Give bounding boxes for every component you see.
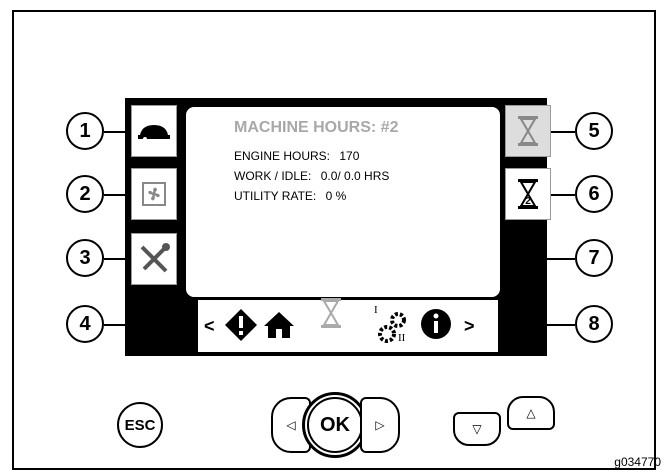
softkey-3-service[interactable] xyxy=(131,233,177,285)
hourglass-2-icon: 2 xyxy=(518,179,538,209)
down-triangle-icon: ▽ xyxy=(472,422,482,436)
callout-4-label: 4 xyxy=(79,312,91,335)
utility-rate-value: 0 % xyxy=(325,189,347,203)
figure-id: g034770 xyxy=(614,455,661,469)
callout-4: 4 xyxy=(66,305,104,343)
info-icon[interactable] xyxy=(420,308,452,340)
work-idle-row: WORK / IDLE: 0.0/ 0.0 HRS xyxy=(234,169,389,183)
engine-hours-row: ENGINE HOURS: 170 xyxy=(234,149,359,163)
callout-6: 6 xyxy=(575,175,613,213)
right-arrow-button[interactable]: ▷ xyxy=(360,397,400,453)
wrench-screwdriver-icon xyxy=(140,243,170,273)
softkey-5-hourglass-1[interactable] xyxy=(505,105,551,157)
hourglass-inactive-icon xyxy=(321,298,341,328)
down-arrow-button[interactable]: ▽ xyxy=(453,412,501,446)
next-arrow[interactable]: > xyxy=(464,316,475,337)
ok-inner-ring: OK xyxy=(307,397,363,453)
utility-rate-row: UTILITY RATE: 0 % xyxy=(234,189,346,203)
callout-1: 1 xyxy=(66,112,104,150)
callout-7-label: 7 xyxy=(588,246,600,269)
prev-arrow[interactable]: < xyxy=(204,316,215,337)
fan-icon xyxy=(142,182,166,206)
settings-gears-icon[interactable]: I II xyxy=(370,304,414,348)
esc-button[interactable]: ESC xyxy=(117,402,163,448)
machine-icon xyxy=(138,125,170,141)
callout-6-label: 6 xyxy=(588,182,600,205)
work-idle-label: WORK / IDLE: xyxy=(234,169,312,183)
page-title: MACHINE HOURS: #2 xyxy=(234,119,399,136)
softkey-1-machine[interactable] xyxy=(131,105,177,157)
up-triangle-icon: △ xyxy=(526,406,536,420)
callout-3: 3 xyxy=(66,239,104,277)
softkey-2-fan[interactable] xyxy=(131,168,177,220)
machine-hours-panel: MACHINE HOURS: #2 ENGINE HOURS: 170 WORK… xyxy=(186,107,500,297)
hourglass-badge: 2 xyxy=(525,196,531,207)
callout-line-7 xyxy=(545,258,575,260)
callout-8: 8 xyxy=(575,305,613,343)
left-triangle-icon: ◁ xyxy=(286,418,296,432)
right-triangle-icon: ▷ xyxy=(375,418,385,432)
gear-icon xyxy=(378,312,406,343)
up-arrow-button[interactable]: △ xyxy=(507,396,555,430)
callout-8-label: 8 xyxy=(588,312,600,335)
callout-3-label: 3 xyxy=(79,246,91,269)
work-idle-value: 0.0/ 0.0 HRS xyxy=(320,169,390,183)
callout-line-8 xyxy=(545,324,575,326)
home-icon[interactable] xyxy=(262,310,296,340)
ok-button[interactable]: OK xyxy=(302,392,368,458)
callout-2: 2 xyxy=(66,175,104,213)
callout-2-label: 2 xyxy=(79,182,91,205)
warning-icon[interactable] xyxy=(224,308,258,342)
callout-5-label: 5 xyxy=(588,119,600,142)
esc-label: ESC xyxy=(124,416,156,434)
engine-hours-value: 170 xyxy=(339,149,360,163)
softkey-6-hourglass-2[interactable]: 2 xyxy=(505,168,551,220)
ok-label: OK xyxy=(320,413,350,436)
callout-1-label: 1 xyxy=(79,119,91,142)
bottom-softkey-bar: < I II > xyxy=(198,298,498,352)
hourglass-icon xyxy=(518,116,538,146)
utility-rate-label: UTILITY RATE: xyxy=(234,189,317,203)
engine-hours-label: ENGINE HOURS: xyxy=(234,149,331,163)
callout-7: 7 xyxy=(575,239,613,277)
callout-5: 5 xyxy=(575,112,613,150)
